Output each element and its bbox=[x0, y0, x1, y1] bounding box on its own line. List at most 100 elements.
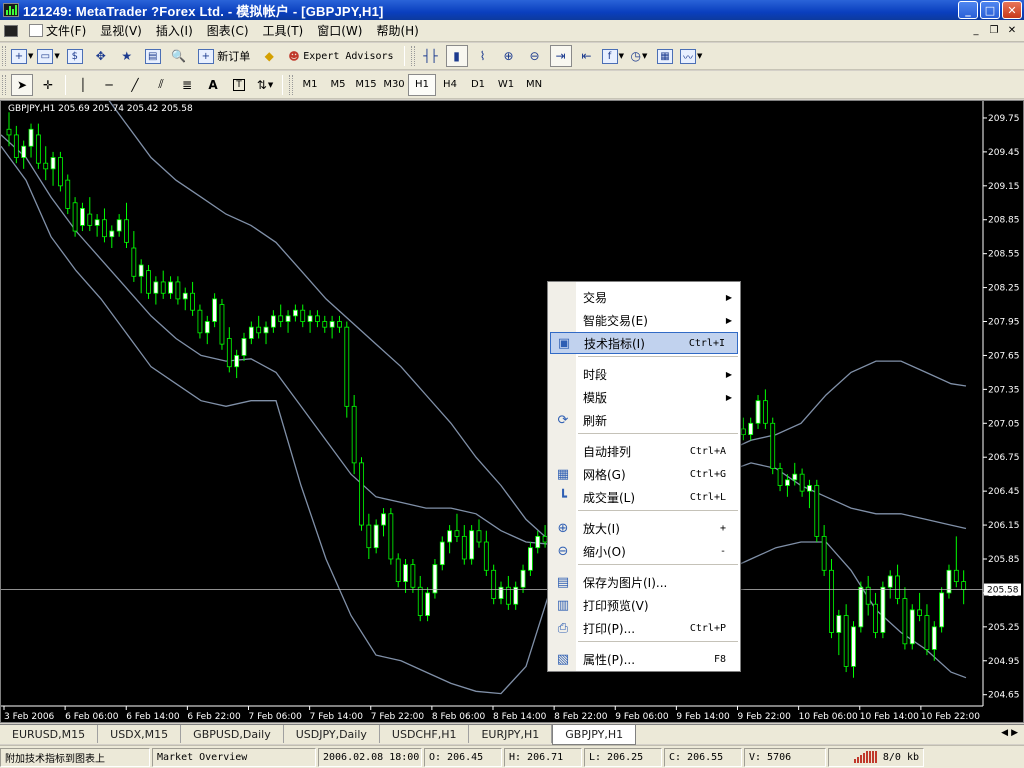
context-menu-item[interactable]: ▦ 网格(G) Ctrl+G bbox=[550, 463, 738, 485]
menu-help[interactable]: 帮助(H) bbox=[369, 21, 425, 41]
context-menu-item[interactable]: 时段 ▶ bbox=[550, 363, 738, 385]
toolbar-grip[interactable] bbox=[2, 74, 6, 95]
new-chart-button[interactable]: + ▼ bbox=[11, 45, 33, 67]
chart-template-button[interactable]: 〰 ▼ bbox=[679, 45, 702, 67]
context-menu-item[interactable]: ▣ 技术指标(I) Ctrl+I bbox=[550, 332, 738, 354]
bar-chart-button[interactable]: ┤├ bbox=[420, 45, 442, 67]
candle-body bbox=[35, 134, 41, 164]
metaeditor-button[interactable]: ◆ bbox=[258, 45, 280, 67]
zoom-out-button[interactable]: ⊖ bbox=[524, 45, 546, 67]
context-menu-item[interactable]: ⎙ 打印(P)... Ctrl+P bbox=[550, 617, 738, 639]
context-menu-item[interactable]: ▤ 保存为图片(I)... bbox=[550, 571, 738, 593]
candle-body bbox=[43, 162, 49, 170]
chart-tab[interactable]: GBPUSD,Daily bbox=[181, 725, 284, 743]
mdi-close-icon[interactable]: ✕ bbox=[1004, 24, 1020, 38]
timeframe-w1-button[interactable]: W1 bbox=[492, 74, 520, 96]
chart-shift-button[interactable]: ⇤ bbox=[576, 45, 598, 67]
context-menu-shortcut: Ctrl+L bbox=[689, 491, 726, 503]
chart-window[interactable]: 209.75 209.45 209.15 208.85 208.55 208.25 207.… bbox=[0, 100, 1024, 723]
chart-tab[interactable]: USDX,M15 bbox=[98, 725, 182, 743]
toolbar-grip[interactable] bbox=[410, 46, 415, 66]
candlestick-button[interactable]: ▮ bbox=[445, 45, 468, 67]
timeframe-d1-button[interactable]: D1 bbox=[464, 74, 492, 96]
chart-tab[interactable]: USDCHF,H1 bbox=[380, 725, 470, 743]
channel-button[interactable]: ⫽ bbox=[150, 74, 172, 96]
context-menu-item[interactable]: 交易 ▶ bbox=[550, 286, 738, 308]
mdi-minimize-icon[interactable]: _ bbox=[968, 24, 984, 38]
crosshair-button[interactable]: ✛ bbox=[37, 74, 59, 96]
expert-advisors-button[interactable]: ☻ Expert Advisors bbox=[284, 45, 397, 67]
candle-body bbox=[961, 581, 967, 590]
cursor-button[interactable]: ➤ bbox=[11, 73, 33, 96]
timeframe-m15-button[interactable]: M15 bbox=[352, 74, 380, 96]
context-menu-item[interactable]: ⊕ 放大(I) + bbox=[550, 517, 738, 539]
candle-body bbox=[931, 626, 937, 650]
toolbar-grip[interactable] bbox=[2, 46, 6, 66]
menu-insert[interactable]: 插入(I) bbox=[149, 21, 200, 41]
context-menu-item[interactable]: 智能交易(E) ▶ bbox=[550, 309, 738, 331]
toolbar-grip[interactable] bbox=[289, 74, 293, 95]
new-order-button[interactable]: + 新订单 bbox=[194, 45, 255, 67]
minimize-button[interactable]: _ bbox=[958, 1, 978, 19]
trendline-button[interactable]: ╱ bbox=[124, 74, 146, 96]
menu-bar: 文件(F) 显视(V) 插入(I) 图表(C) 工具(T) 窗口(W) 帮助(H… bbox=[0, 20, 1024, 42]
context-menu-shortcut: + bbox=[719, 522, 726, 534]
menu-tools[interactable]: 工具(T) bbox=[256, 21, 311, 41]
zoom-in-button[interactable]: ⊕ bbox=[498, 45, 520, 67]
context-menu-item[interactable]: ▧ 属性(P)... F8 bbox=[550, 648, 738, 670]
arrows-button[interactable]: ⇅ ▼ bbox=[254, 74, 276, 96]
horizontal-line-button[interactable]: ─ bbox=[98, 74, 120, 96]
timeframe-m1-button[interactable]: M1 bbox=[296, 74, 324, 96]
navigator-button[interactable]: ★ bbox=[116, 45, 138, 67]
terminal-button[interactable]: ▤ bbox=[142, 45, 164, 67]
maximize-button[interactable]: □ bbox=[980, 1, 1000, 19]
data-window-button[interactable]: ✥ bbox=[90, 45, 112, 67]
fibonacci-button[interactable]: ≣ bbox=[176, 74, 198, 96]
context-menu-item[interactable]: ▥ 打印预览(V) bbox=[550, 594, 738, 616]
context-menu-item[interactable]: ⊖ 缩小(O) - bbox=[550, 540, 738, 562]
status-profile[interactable]: Market Overview bbox=[152, 747, 316, 767]
timeframe-h4-button[interactable]: H4 bbox=[436, 74, 464, 96]
text-label-button[interactable]: T bbox=[228, 74, 250, 96]
context-menu-item[interactable]: ⟳ 刷新 bbox=[550, 409, 738, 431]
title-bar[interactable]: 121249: MetaTrader ?Forex Ltd. - 模拟帐户 - … bbox=[0, 0, 1024, 20]
indicators-button[interactable]: f ▼ bbox=[601, 45, 624, 67]
templates-button[interactable]: ▦ bbox=[654, 45, 676, 67]
timeframe-m30-button[interactable]: M30 bbox=[380, 74, 408, 96]
vertical-line-button[interactable]: │ bbox=[72, 74, 94, 96]
strategy-tester-button[interactable]: 🔍 bbox=[168, 45, 190, 67]
terminal-icon: ▤ bbox=[144, 48, 161, 64]
menu-window[interactable]: 窗口(W) bbox=[310, 21, 369, 41]
menu-view[interactable]: 显视(V) bbox=[93, 21, 149, 41]
tab-scroll-left-icon[interactable]: ◀ bbox=[1001, 728, 1008, 738]
price-chart[interactable]: 209.75 209.45 209.15 208.85 208.55 208.25 207.… bbox=[1, 101, 1023, 722]
context-menu-item[interactable]: 自动排列 Ctrl+A bbox=[550, 440, 738, 462]
timeframe-mn-button[interactable]: MN bbox=[520, 74, 548, 96]
candle-body bbox=[535, 535, 541, 549]
profiles-button[interactable]: ▭ ▼ bbox=[37, 45, 60, 67]
text-button[interactable]: A bbox=[202, 74, 224, 96]
text-label-icon: T bbox=[233, 78, 245, 91]
context-menu-item[interactable]: 模版 ▶ bbox=[550, 386, 738, 408]
line-chart-button[interactable]: ⌇ bbox=[472, 45, 494, 67]
tab-scroll-right-icon[interactable]: ▶ bbox=[1011, 728, 1018, 738]
periods-button[interactable]: ◷ ▼ bbox=[628, 45, 650, 67]
menu-charts[interactable]: 图表(C) bbox=[200, 21, 256, 41]
timeframe-h1-button[interactable]: H1 bbox=[408, 73, 436, 96]
candle-body bbox=[836, 615, 842, 633]
chart-tab[interactable]: EURUSD,M15 bbox=[0, 725, 99, 743]
status-connection[interactable]: 8/0 kb bbox=[828, 747, 924, 767]
status-traffic: 8/0 kb bbox=[882, 751, 919, 763]
market-watch-button[interactable]: $ bbox=[64, 45, 86, 67]
close-button[interactable]: ✕ bbox=[1002, 1, 1022, 19]
chart-tab[interactable]: GBPJPY,H1 bbox=[552, 725, 637, 745]
time-tick-label: 10 Feb 22:00 bbox=[921, 712, 980, 722]
auto-scroll-button[interactable]: ⇥ bbox=[549, 45, 572, 67]
menu-file[interactable]: 文件(F) bbox=[22, 21, 93, 41]
context-menu-item[interactable]: ┗ 成交量(L) Ctrl+L bbox=[550, 486, 738, 508]
chart-tab[interactable]: EURJPY,H1 bbox=[469, 725, 553, 743]
timeframe-m5-button[interactable]: M5 bbox=[324, 74, 352, 96]
chart-tab[interactable]: USDJPY,Daily bbox=[284, 725, 380, 743]
mdi-restore-icon[interactable]: ❐ bbox=[986, 24, 1002, 38]
chart-window-icon[interactable] bbox=[4, 24, 18, 37]
